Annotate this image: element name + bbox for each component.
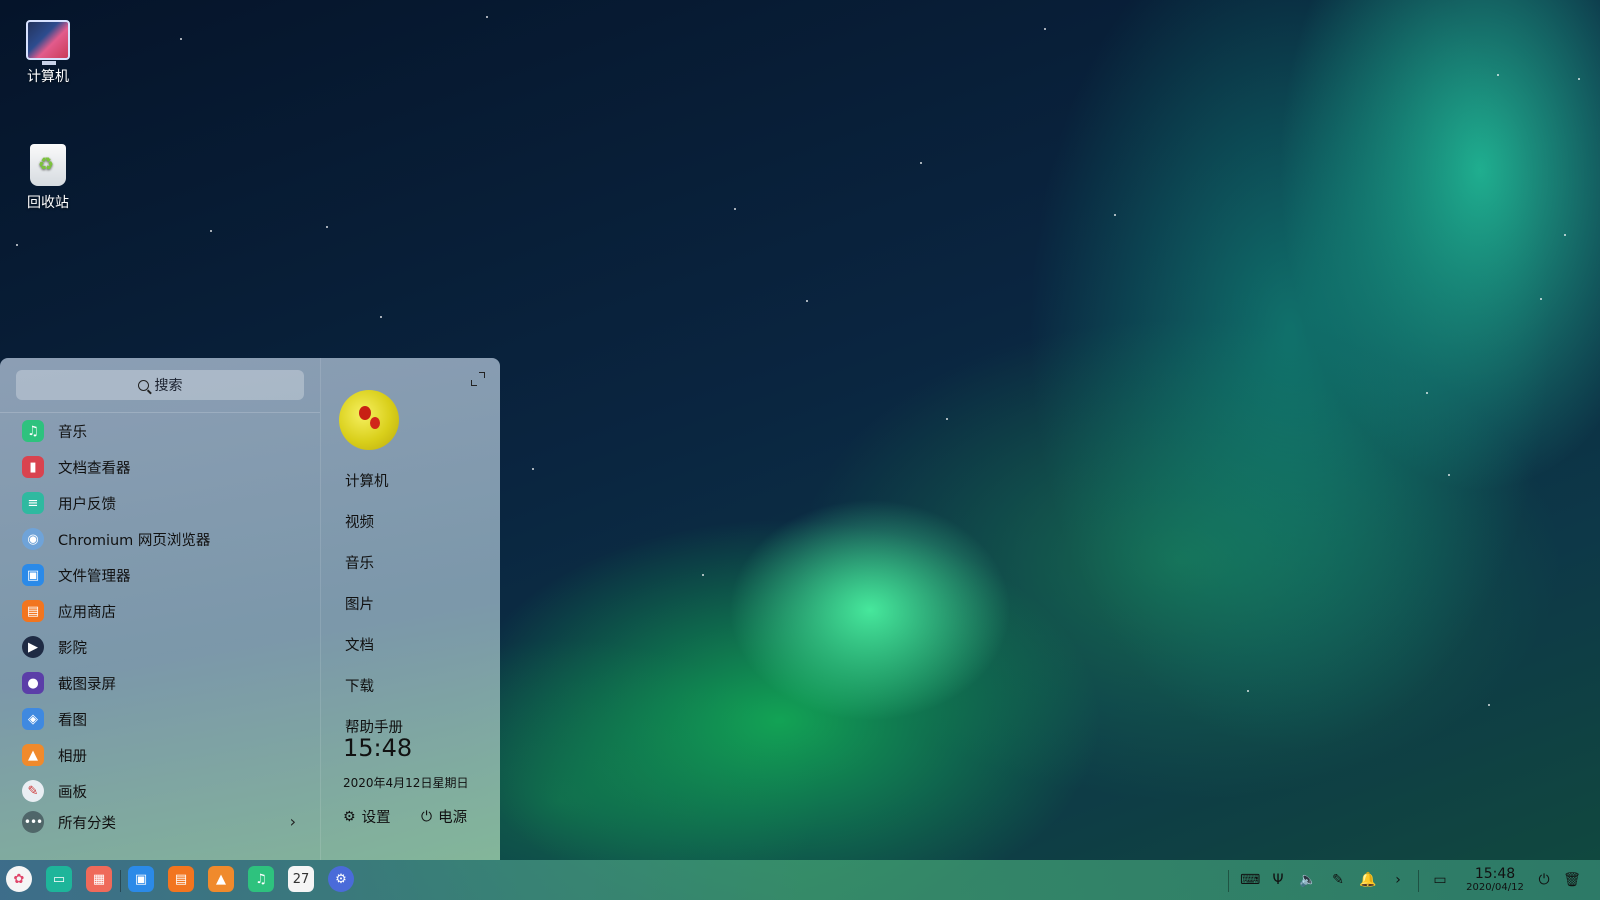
keyboard-icon[interactable]: ⌨ — [1240, 870, 1260, 890]
app-item-app-store[interactable]: ▤ 应用商店 — [0, 593, 320, 629]
app-label: 应用商店 — [58, 604, 116, 621]
settings-label: 设置 — [361, 810, 391, 826]
music-icon[interactable]: ♫ — [248, 866, 274, 892]
calendar-icon[interactable]: 27 — [288, 866, 314, 892]
app-item-file-manager[interactable]: ▣ 文件管理器 — [0, 557, 320, 593]
more-dots-icon: ••• — [22, 811, 44, 833]
place-downloads[interactable]: 下载 — [345, 675, 374, 696]
settings-button[interactable]: ⚙ 设置 — [343, 806, 391, 827]
chromium-icon: ◉ — [22, 528, 44, 550]
trash-icon[interactable]: 🗑 — [1562, 870, 1582, 890]
desktop-computer[interactable]: 计算机 — [12, 20, 84, 86]
taskbar-clock[interactable]: 15:48 2020/04/12 — [1462, 866, 1528, 894]
app-item-movie[interactable]: ▶ 影院 — [0, 629, 320, 665]
app-item-screenshot[interactable]: ● 截图录屏 — [0, 665, 320, 701]
album-icon: ▲ — [22, 744, 44, 766]
gear-icon: ⚙ — [343, 808, 356, 825]
place-computer[interactable]: 计算机 — [345, 470, 389, 491]
desktop-trash-label: 回收站 — [27, 195, 69, 211]
image-viewer-icon: ◈ — [22, 708, 44, 730]
app-label: 看图 — [58, 712, 87, 729]
app-label: 音乐 — [58, 424, 87, 441]
search-icon — [137, 379, 149, 391]
app-label: 文档查看器 — [58, 460, 131, 477]
chevron-right-icon[interactable]: › — [1388, 870, 1408, 890]
taskbar-time: 15:48 — [1474, 866, 1516, 882]
taskbar-separator — [120, 870, 121, 892]
usb-icon[interactable]: Ψ — [1268, 870, 1288, 890]
launcher-icon[interactable]: ✿ — [6, 866, 32, 892]
place-videos[interactable]: 视频 — [345, 511, 374, 532]
app-label: 相册 — [58, 748, 87, 765]
computer-icon — [26, 20, 70, 65]
control-center-icon[interactable]: ⚙ — [328, 866, 354, 892]
tray-separator — [1228, 870, 1229, 892]
chevron-right-icon: › — [289, 812, 296, 831]
app-store-icon: ▤ — [22, 600, 44, 622]
place-documents[interactable]: 文档 — [345, 634, 374, 655]
show-desktop-icon[interactable]: ▦ — [86, 866, 112, 892]
app-store-icon[interactable]: ▤ — [168, 866, 194, 892]
fullscreen-expand-icon[interactable] — [471, 372, 485, 386]
input-method-icon[interactable]: ▭ — [1430, 870, 1450, 890]
launcher-date: 2020年4月12日星期日 — [343, 776, 469, 790]
app-item-document-viewer[interactable]: ▮ 文档查看器 — [0, 449, 320, 485]
app-item-chromium[interactable]: ◉ Chromium 网页浏览器 — [0, 521, 320, 557]
app-label: 用户反馈 — [58, 496, 116, 513]
desktop-trash[interactable]: 回收站 — [12, 144, 84, 212]
draw-icon: ✎ — [22, 780, 44, 802]
place-music[interactable]: 音乐 — [345, 552, 374, 573]
app-label: 画板 — [58, 784, 87, 801]
launcher-left-pane: 搜索 ♫ 音乐 ▮ 文档查看器 ≡ 用户反馈 ◉ Chromium 网页浏览器 … — [0, 358, 320, 860]
feedback-icon: ≡ — [22, 492, 44, 514]
all-categories-button[interactable]: ••• 所有分类 › — [0, 804, 320, 840]
multitask-view-icon[interactable]: ▭ — [46, 866, 72, 892]
pen-icon[interactable]: ✎ — [1328, 870, 1348, 890]
app-list: ♫ 音乐 ▮ 文档查看器 ≡ 用户反馈 ◉ Chromium 网页浏览器 ▣ 文… — [0, 413, 320, 809]
file-manager-icon[interactable]: ▣ — [128, 866, 154, 892]
power-icon: ⏻ — [421, 808, 433, 825]
search-input[interactable]: 搜索 — [16, 370, 304, 400]
user-avatar[interactable] — [339, 390, 399, 450]
taskbar-date: 2020/04/12 — [1466, 882, 1524, 893]
music-icon: ♫ — [22, 420, 44, 442]
start-menu: 搜索 ♫ 音乐 ▮ 文档查看器 ≡ 用户反馈 ◉ Chromium 网页浏览器 … — [0, 358, 500, 860]
launcher-time: 15:48 — [343, 734, 413, 762]
document-viewer-icon: ▮ — [22, 456, 44, 478]
file-manager-icon: ▣ — [22, 564, 44, 586]
movie-icon: ▶ — [22, 636, 44, 658]
taskbar: ✿ ▭ ▦ ▣ ▤ ▲ ♫ 27 ⚙ ⌨ Ψ 🔈 ✎ 🔔 › ▭ 15:48 2… — [0, 860, 1600, 900]
album-icon[interactable]: ▲ — [208, 866, 234, 892]
shutdown-icon[interactable]: ⏻ — [1534, 870, 1554, 890]
app-label: 截图录屏 — [58, 676, 116, 693]
app-label: 文件管理器 — [58, 568, 131, 585]
app-item-image-viewer[interactable]: ◈ 看图 — [0, 701, 320, 737]
app-item-feedback[interactable]: ≡ 用户反馈 — [0, 485, 320, 521]
all-categories-label: 所有分类 — [58, 815, 116, 832]
trash-icon — [30, 144, 66, 186]
desktop-computer-label: 计算机 — [27, 69, 69, 85]
place-pictures[interactable]: 图片 — [345, 593, 374, 614]
app-item-music[interactable]: ♫ 音乐 — [0, 413, 320, 449]
calendar-day: 27 — [292, 871, 310, 887]
app-label: Chromium 网页浏览器 — [58, 532, 211, 549]
notification-bell-icon[interactable]: 🔔 — [1358, 870, 1378, 890]
app-item-album[interactable]: ▲ 相册 — [0, 737, 320, 773]
tray-separator — [1418, 870, 1419, 892]
volume-icon[interactable]: 🔈 — [1298, 870, 1318, 890]
power-label: 电源 — [438, 810, 468, 826]
app-label: 影院 — [58, 640, 87, 657]
power-button[interactable]: ⏻ 电源 — [421, 806, 467, 827]
search-placeholder: 搜索 — [154, 378, 183, 394]
screenshot-icon: ● — [22, 672, 44, 694]
launcher-right-pane: 计算机 视频 音乐 图片 文档 下载 帮助手册 15:48 2020年4月12日… — [320, 358, 500, 860]
